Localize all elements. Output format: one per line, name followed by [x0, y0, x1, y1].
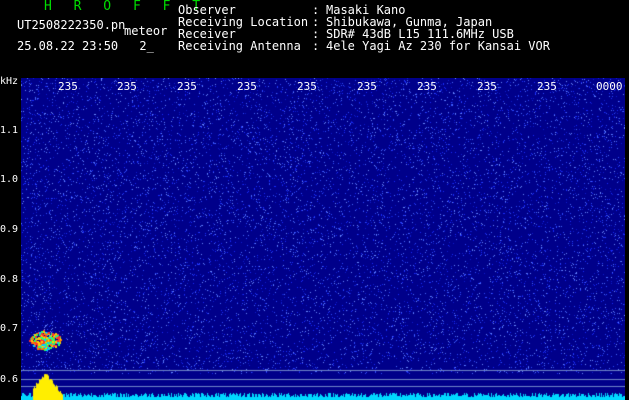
header: H R O F F T UT2508222350.pn meteor 25.08… [0, 0, 629, 72]
y-tick-label: 0.9 [0, 224, 19, 235]
y-tick-label: 1.1 [0, 125, 19, 136]
info-values: Masaki Kano Shibukawa, Gunma, Japan SDR#… [326, 4, 550, 52]
meteor-tag: meteor [124, 24, 168, 38]
value-antenna: 4ele Yagi Az 230 for Kansai VOR [326, 39, 550, 53]
x-tick-label: 235 [58, 80, 78, 93]
y-tick-label: 0.8 [0, 274, 19, 285]
spectrogram-plot[interactable] [21, 78, 625, 400]
y-tick-label: 1.0 [0, 174, 19, 185]
x-tick-label: 0000 [596, 80, 623, 93]
y-tick-label: 0.7 [0, 323, 19, 334]
meteor-count: 2_ [139, 39, 154, 53]
datetime-value: 25.08.22 23:50 [17, 39, 119, 53]
unit-label: kHz [0, 76, 19, 87]
x-tick-label: 235 [117, 80, 137, 93]
colon: : [312, 39, 320, 53]
x-tick-label: 235 [537, 80, 557, 93]
x-tick-label: 235 [417, 80, 437, 93]
datetime: 25.08.22 23:50 2_ [17, 40, 154, 52]
label-antenna: Receiving Antenna [178, 39, 301, 53]
filename: UT2508222350.pn [17, 18, 126, 32]
info-labels: Observer Receiving Location Receiver Rec… [178, 4, 308, 52]
x-tick-label: 235 [297, 80, 317, 93]
y-tick-label: 0.6 [0, 374, 19, 385]
x-tick-label: 235 [357, 80, 377, 93]
x-tick-label: 235 [477, 80, 497, 93]
info-colons: : : : : [312, 4, 319, 52]
spectrogram-canvas [21, 78, 625, 400]
x-tick-label: 235 [177, 80, 197, 93]
x-tick-label: 235 [237, 80, 257, 93]
